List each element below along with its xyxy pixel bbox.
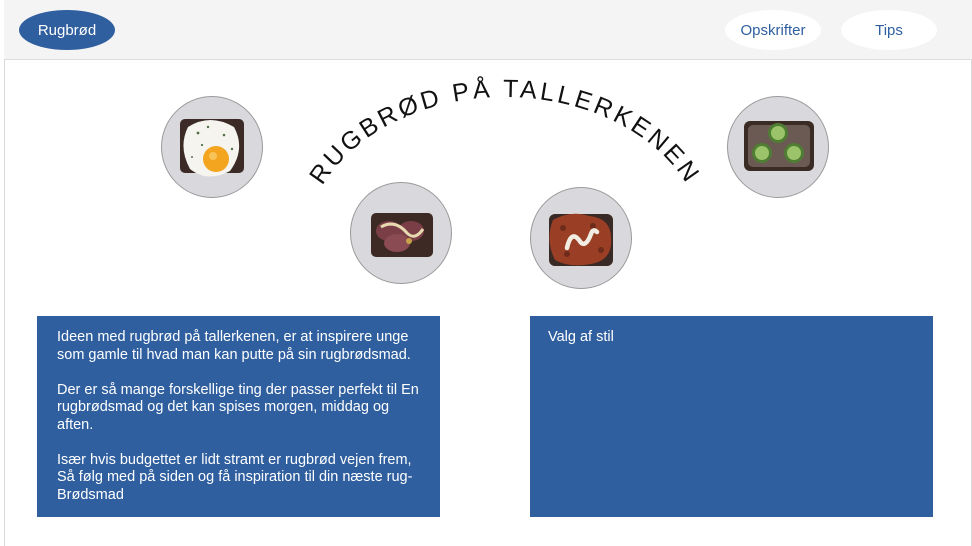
style-select-box: Valg af stil [530, 316, 933, 517]
svg-text:RUGBRØD PÅ TALLERKENEN: RUGBRØD PÅ TALLERKENEN [304, 73, 706, 189]
brand-button[interactable]: Rugbrød [19, 10, 115, 50]
nav-tips-button[interactable]: Tips [841, 10, 937, 50]
rye-bread-pate-cucumber-plate [727, 96, 829, 198]
intro-paragraph-2: Der er så mange forskellige ting der pas… [57, 381, 419, 433]
intro-text-box: Ideen med rugbrød på tallerkenen, er at … [37, 316, 440, 517]
intro-paragraph-1: Ideen med rugbrød på tallerkenen, er at … [57, 329, 411, 363]
hero-title: RUGBRØD PÅ TALLERKENEN [304, 73, 703, 189]
nav-opskrifter-button[interactable]: Opskrifter [725, 10, 821, 50]
rye-bread-egg-plate [161, 96, 263, 198]
hero-title-arc: RUGBRØD PÅ TALLERKENEN [304, 73, 706, 189]
intro-paragraph-3: Især hvis budgettet er lidt stramt er ru… [57, 451, 413, 503]
top-nav-bar [4, 0, 972, 60]
style-select-label: Valg af stil [548, 329, 614, 345]
